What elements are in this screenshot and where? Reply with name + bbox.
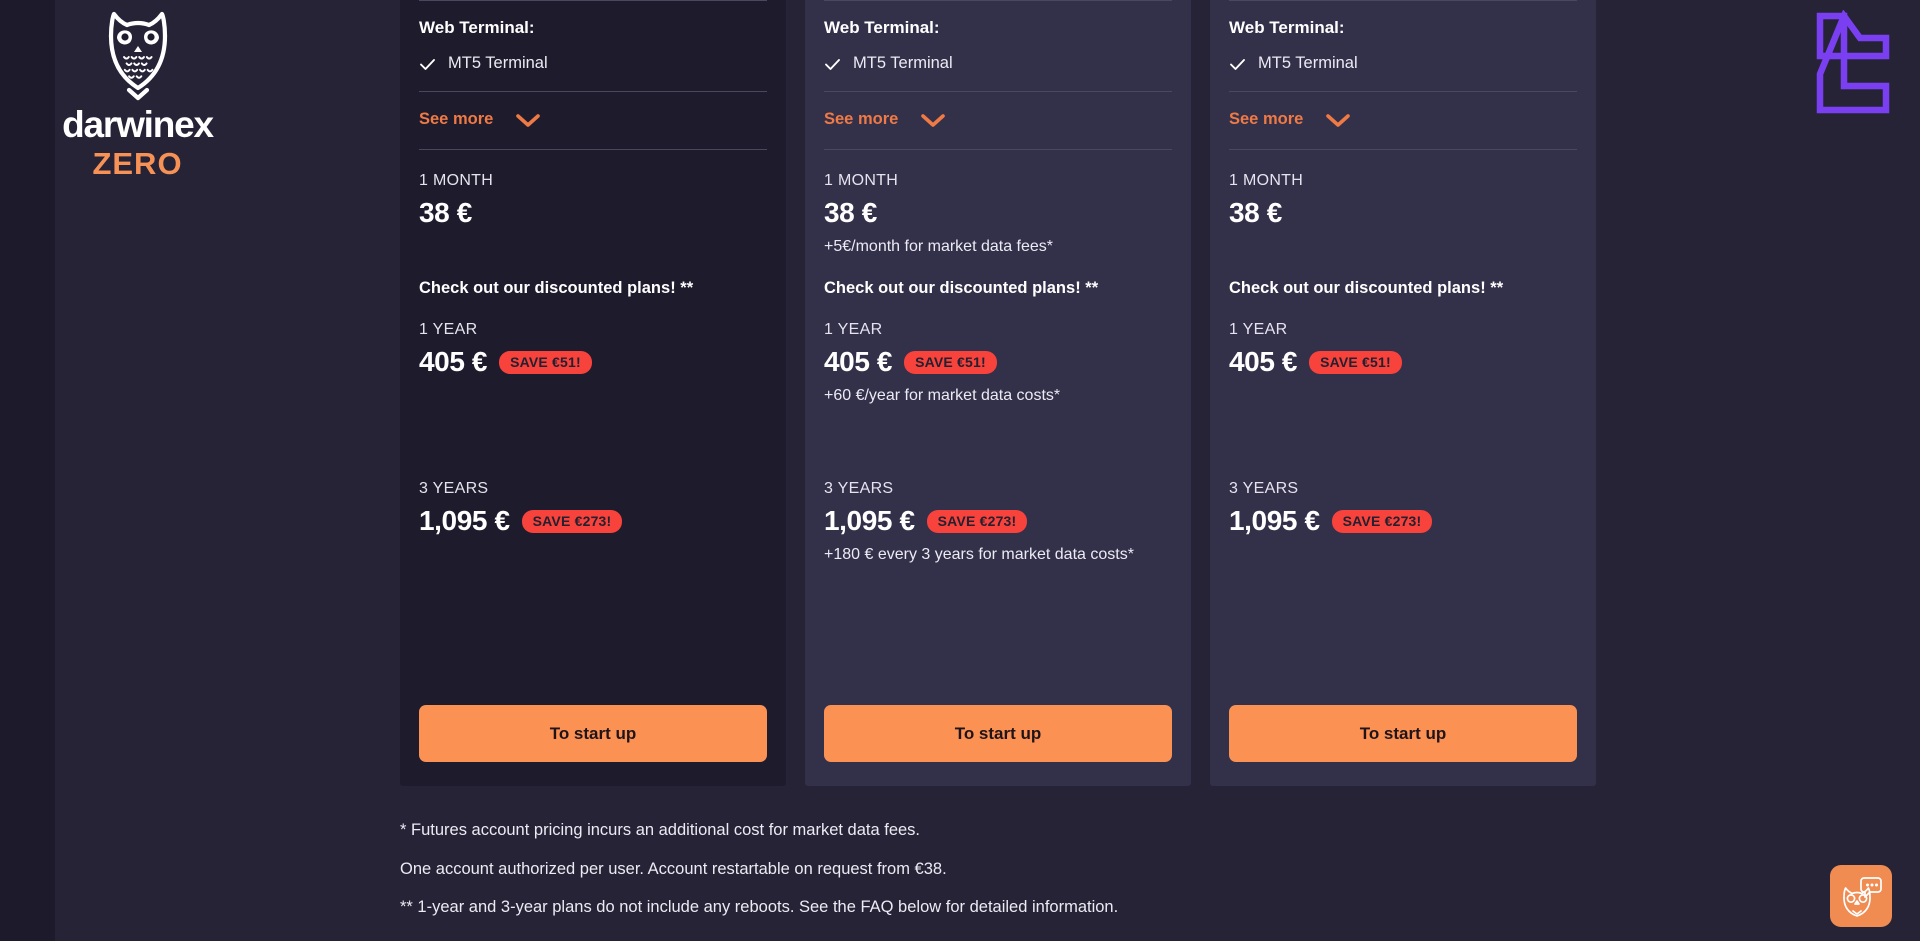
- card-2-year-save-badge: SAVE €51!: [904, 350, 997, 374]
- card-3-3years-price-block: 3 YEARS 1,095 € SAVE €273!: [1229, 458, 1577, 537]
- card-2-year-price-line: 405 € SAVE €51!: [824, 346, 1172, 378]
- card-2-3years-fee-note: +180 € every 3 years for market data cos…: [824, 546, 1134, 564]
- card-3-year-price-line: 405 € SAVE €51!: [1229, 346, 1577, 378]
- card-2-month-price-block: 1 MONTH 38 € +5€/month for market data f…: [824, 150, 1172, 257]
- card-2-3years-save-badge: SAVE €273!: [926, 509, 1028, 533]
- card-2-promo-title: Check out our discounted plans! **: [824, 279, 1099, 298]
- card-3-see-more-toggle[interactable]: See more: [1229, 92, 1577, 149]
- card-2-year-term: 1 YEAR: [824, 320, 883, 338]
- card-2-3years-price-line: 1,095 € SAVE €273!: [824, 505, 1172, 537]
- pricing-cards: Web Terminal: MT5 Terminal See more 1 MO…: [400, 0, 1596, 786]
- card-1-feature-row: MT5 Terminal: [419, 38, 767, 91]
- check-icon: [824, 56, 841, 73]
- card-3-3years-term: 3 YEARS: [1229, 480, 1299, 498]
- card-2-month-price: 38 €: [824, 196, 877, 228]
- brand-name: darwinex: [62, 104, 214, 145]
- card-3-section-title: Web Terminal:: [1229, 18, 1345, 37]
- card-1-start-up-button[interactable]: To start up: [419, 705, 767, 762]
- card-2-month-price-line: 38 €: [824, 197, 1172, 229]
- card-1-3years-price-line: 1,095 € SAVE €273!: [419, 505, 767, 537]
- card-3-start-up-button[interactable]: To start up: [1229, 705, 1577, 762]
- card-2-feature-row: MT5 Terminal: [824, 38, 1172, 91]
- card-1-3years-term: 3 YEARS: [419, 480, 489, 498]
- card-1-month-price-line: 38 €: [419, 197, 767, 229]
- card-2-see-more-toggle[interactable]: See more: [824, 92, 1172, 149]
- card-3-year-price: 405 €: [1229, 345, 1298, 377]
- card-1-3years-price-block: 3 YEARS 1,095 € SAVE €273!: [419, 458, 767, 537]
- chevron-down-icon: [1325, 113, 1351, 128]
- owl-chat-icon: [1837, 870, 1885, 923]
- chevron-down-icon: [515, 113, 541, 128]
- brand-subtitle: ZERO: [92, 146, 183, 181]
- card-1-month-price: 38 €: [419, 196, 472, 228]
- pricing-card-1: Web Terminal: MT5 Terminal See more 1 MO…: [400, 0, 786, 786]
- card-3-month-price-line: 38 €: [1229, 197, 1577, 229]
- card-1-3years-price: 1,095 €: [419, 505, 510, 537]
- check-icon: [419, 56, 436, 73]
- card-2-year-price: 405 €: [824, 345, 893, 377]
- card-1-feature-label: MT5 Terminal: [448, 54, 548, 73]
- card-2-section-title: Web Terminal:: [824, 18, 940, 37]
- card-1-year-term: 1 YEAR: [419, 320, 478, 338]
- card-3-year-term: 1 YEAR: [1229, 320, 1288, 338]
- card-1-year-price: 405 €: [419, 345, 488, 377]
- card-2-3years-price: 1,095 €: [824, 505, 915, 537]
- card-1-month-term: 1 MONTH: [419, 171, 494, 189]
- pricing-card-3: Web Terminal: MT5 Terminal See more 1 MO…: [1210, 0, 1596, 786]
- card-3-see-more-label: See more: [1229, 110, 1304, 129]
- card-1-year-price-block: 1 YEAR 405 € SAVE €51!: [419, 299, 767, 378]
- card-3-3years-save-badge: SAVE €273!: [1331, 509, 1433, 533]
- card-3-month-price-block: 1 MONTH 38 €: [1229, 150, 1577, 229]
- page-root: darwinex ZERO Web Terminal: MT5 Terminal: [0, 0, 1920, 941]
- card-2-start-up-button[interactable]: To start up: [824, 705, 1172, 762]
- card-2-month-term: 1 MONTH: [824, 171, 899, 189]
- card-2-year-price-block: 1 YEAR 405 € SAVE €51! +60 €/year for ma…: [824, 299, 1172, 406]
- card-1-3years-save-badge: SAVE €273!: [521, 509, 623, 533]
- check-icon: [1229, 56, 1246, 73]
- card-2-3years-price-block: 3 YEARS 1,095 € SAVE €273! +180 € every …: [824, 458, 1172, 565]
- card-3-month-term: 1 MONTH: [1229, 171, 1304, 189]
- card-3-month-price: 38 €: [1229, 196, 1282, 228]
- card-2-3years-term: 3 YEARS: [824, 480, 894, 498]
- card-2-year-fee-note: +60 €/year for market data costs*: [824, 387, 1061, 405]
- card-1-promo-title: Check out our discounted plans! **: [419, 279, 694, 298]
- card-2-feature-label: MT5 Terminal: [853, 54, 953, 73]
- card-3-3years-price-line: 1,095 € SAVE €273!: [1229, 505, 1577, 537]
- card-2-see-more-label: See more: [824, 110, 899, 129]
- card-3-year-price-block: 1 YEAR 405 € SAVE €51!: [1229, 299, 1577, 378]
- card-1-month-price-block: 1 MONTH 38 €: [419, 150, 767, 229]
- pricing-card-2: Web Terminal: MT5 Terminal See more 1 MO…: [805, 0, 1191, 786]
- chat-widget-button[interactable]: [1830, 865, 1892, 927]
- card-3-feature-row: MT5 Terminal: [1229, 38, 1577, 91]
- footnote-3: ** 1-year and 3-year plans do not includ…: [400, 898, 1119, 917]
- card-1-year-save-badge: SAVE €51!: [499, 350, 592, 374]
- card-1-section-title: Web Terminal:: [419, 18, 535, 37]
- card-3-feature-label: MT5 Terminal: [1258, 54, 1358, 73]
- footnotes: * Futures account pricing incurs an addi…: [400, 820, 1500, 936]
- card-3-year-save-badge: SAVE €51!: [1309, 350, 1402, 374]
- card-2-month-fee-note: +5€/month for market data fees*: [824, 238, 1054, 256]
- card-1-see-more-label: See more: [419, 110, 494, 129]
- card-1-see-more-toggle[interactable]: See more: [419, 92, 767, 149]
- card-3-promo-title: Check out our discounted plans! **: [1229, 279, 1504, 298]
- chevron-down-icon: [920, 113, 946, 128]
- footnote-1: * Futures account pricing incurs an addi…: [400, 821, 921, 839]
- card-1-year-price-line: 405 € SAVE €51!: [419, 346, 767, 378]
- card-3-3years-price: 1,095 €: [1229, 505, 1320, 537]
- footnote-2: One account authorized per user. Account…: [400, 859, 947, 878]
- owl-icon: [97, 10, 179, 102]
- angular-bracket-logo-icon[interactable]: [1814, 9, 1892, 120]
- brand-logo[interactable]: darwinex ZERO: [30, 10, 245, 179]
